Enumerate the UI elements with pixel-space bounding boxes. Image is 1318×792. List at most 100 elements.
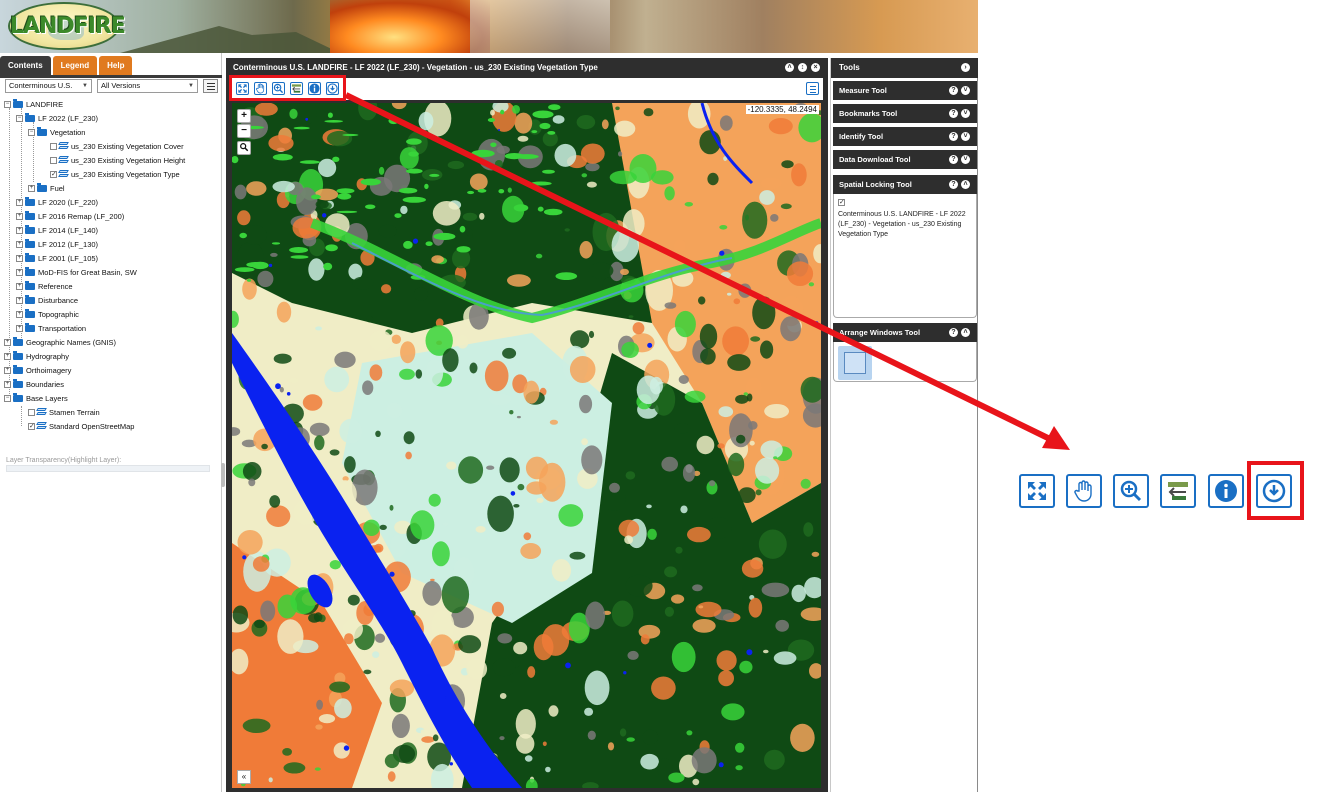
expand-toggle[interactable]: +	[16, 212, 23, 220]
tree-node-lf2016[interactable]: + LF 2016 Remap (LF_200)	[16, 209, 124, 223]
tree-node-lf2012[interactable]: + LF 2012 (LF_130)	[16, 237, 98, 251]
grassland-patch	[246, 279, 252, 282]
expand-toggle[interactable]: +	[16, 226, 23, 234]
tab-help[interactable]: Help	[99, 56, 133, 75]
collapse-toggle[interactable]: −	[4, 100, 11, 108]
tree-node-reference[interactable]: + Reference	[16, 279, 73, 293]
tree-node-transportation[interactable]: + Transportation	[16, 321, 86, 335]
arrange-windows-icon[interactable]	[838, 346, 872, 380]
tree-node-landfire[interactable]: − LANDFIRE	[4, 97, 63, 111]
tool-bookmarks[interactable]: Bookmarks Tool ? ˅	[833, 104, 977, 123]
left-splitter[interactable]	[221, 463, 225, 487]
tab-contents[interactable]: Contents	[0, 56, 51, 75]
vegetation-patch	[727, 292, 732, 296]
tree-layer-osm[interactable]: ✓ Standard OpenStreetMap	[28, 419, 134, 433]
collapse-toggle[interactable]: −	[28, 128, 35, 136]
tree-node-orthoimagery[interactable]: + Orthoimagery	[4, 363, 71, 377]
expand-toggle[interactable]: +	[16, 254, 23, 262]
tree-layer-evh[interactable]: us_230 Existing Vegetation Height	[50, 153, 185, 167]
tool-arrange-windows[interactable]: Arrange Windows Tool ? ˄	[833, 323, 977, 342]
collapse-toggle[interactable]: −	[4, 394, 11, 402]
layer-checkbox[interactable]	[50, 142, 57, 150]
vegetation-patch	[549, 419, 558, 425]
tool-measure[interactable]: Measure Tool ? ˅	[833, 81, 977, 100]
chevron-up-icon[interactable]: ˄	[961, 180, 970, 189]
vegetation-patch	[366, 315, 374, 323]
help-icon[interactable]: ?	[949, 328, 958, 337]
tree-node-lf2001[interactable]: + LF 2001 (LF_105)	[16, 251, 98, 265]
tool-spatial-locking[interactable]: Spatial Locking Tool ? ˄	[833, 175, 977, 194]
map-search-button[interactable]	[237, 141, 251, 155]
tree-node-disturbance[interactable]: + Disturbance	[16, 293, 78, 307]
tree-node-lf2022[interactable]: − LF 2022 (LF_230)	[16, 111, 98, 125]
help-icon[interactable]: ?	[949, 109, 958, 118]
map-canvas[interactable]: -120.3335, 48.2494 + − «	[232, 103, 821, 788]
water-dot	[814, 321, 819, 326]
collapse-panel-button[interactable]: «	[237, 770, 251, 784]
version-select[interactable]: All Versions ▼	[97, 79, 198, 93]
chevron-down-icon[interactable]: ˅	[961, 86, 970, 95]
tree-node-boundaries[interactable]: + Boundaries	[4, 377, 64, 391]
chevron-up-icon[interactable]: ˄	[961, 328, 970, 337]
help-icon[interactable]: ?	[949, 132, 958, 141]
map-layers-button[interactable]	[806, 82, 819, 95]
tree-layer-evc[interactable]: us_230 Existing Vegetation Cover	[50, 139, 184, 153]
restore-icon[interactable]: ↕	[798, 63, 807, 72]
collapse-toggle[interactable]: −	[16, 114, 23, 122]
grassland-patch	[299, 160, 320, 164]
map-zoom-out-button[interactable]: −	[237, 124, 251, 138]
tree-node-topographic[interactable]: + Topographic	[16, 307, 79, 321]
tree-node-base-layers[interactable]: − Base Layers	[4, 391, 68, 405]
chevron-down-icon[interactable]: ˅	[961, 109, 970, 118]
layer-radio-checked[interactable]: ✓	[28, 422, 35, 430]
grassland-patch	[337, 193, 352, 200]
help-icon[interactable]: ?	[949, 180, 958, 189]
expand-toggle[interactable]: +	[16, 324, 23, 332]
tree-layer-evt[interactable]: ✓ us_230 Existing Vegetation Type	[50, 167, 180, 181]
expand-toggle[interactable]: +	[4, 352, 11, 360]
layer-checkbox-checked[interactable]: ✓	[50, 170, 57, 178]
chevron-up-icon[interactable]: ˄	[785, 63, 794, 72]
tab-legend[interactable]: Legend	[52, 56, 98, 75]
expand-toggle[interactable]: +	[16, 296, 23, 304]
expand-toggle[interactable]: +	[16, 268, 23, 276]
expand-toggle[interactable]: +	[16, 282, 23, 290]
close-icon[interactable]: ×	[811, 63, 820, 72]
layer-radio[interactable]	[28, 408, 35, 416]
tool-data-download[interactable]: Data Download Tool ? ˅	[833, 150, 977, 169]
landfire-viewer: LANDFIRE Contents Legend Help Contermino…	[0, 0, 1318, 792]
tree-layer-stamen[interactable]: Stamen Terrain	[28, 405, 100, 419]
grassland-patch	[323, 262, 333, 271]
layer-menu-button[interactable]	[203, 79, 218, 93]
expand-toggle[interactable]: +	[16, 198, 23, 206]
tree-node-lf2014[interactable]: + LF 2014 (LF_140)	[16, 223, 98, 237]
transparency-slider[interactable]	[6, 465, 210, 472]
tree-node-vegetation[interactable]: − Vegetation	[28, 125, 85, 139]
layer-checkbox[interactable]	[50, 156, 57, 164]
expand-toggle[interactable]: +	[16, 310, 23, 318]
expand-toggle[interactable]: +	[16, 240, 23, 248]
help-icon[interactable]: ?	[949, 155, 958, 164]
map-window: Conterminous U.S. LANDFIRE - LF 2022 (LF…	[226, 58, 828, 792]
tool-identify[interactable]: Identify Tool ? ˅	[833, 127, 977, 146]
chevron-right-icon[interactable]: ›	[961, 63, 970, 72]
chevron-down-icon[interactable]: ˅	[961, 132, 970, 141]
chevron-down-icon[interactable]: ˅	[961, 155, 970, 164]
expand-toggle[interactable]: +	[4, 366, 11, 374]
landfire-logo[interactable]: LANDFIRE	[8, 2, 126, 50]
vegetation-patch	[324, 366, 350, 393]
region-select[interactable]: Conterminous U.S. ▼	[5, 79, 92, 93]
tree-node-modfis[interactable]: + MoD-FIS for Great Basin, SW	[16, 265, 137, 279]
spatial-lock-checkbox[interactable]: ✓	[838, 199, 845, 206]
tree-node-hydrography[interactable]: + Hydrography	[4, 349, 69, 363]
expand-toggle[interactable]: +	[4, 338, 11, 346]
tree-node-lf2020[interactable]: + LF 2020 (LF_220)	[16, 195, 98, 209]
vegetation-patch	[318, 158, 337, 178]
tree-node-fuel[interactable]: + Fuel	[28, 181, 65, 195]
tree-node-gnis[interactable]: + Geographic Names (GNIS)	[4, 335, 116, 349]
expand-toggle[interactable]: +	[4, 380, 11, 388]
help-icon[interactable]: ?	[949, 86, 958, 95]
expand-toggle[interactable]: +	[28, 184, 35, 192]
map-zoom-in-button[interactable]: +	[237, 109, 251, 123]
vegetation-patch	[643, 108, 654, 117]
